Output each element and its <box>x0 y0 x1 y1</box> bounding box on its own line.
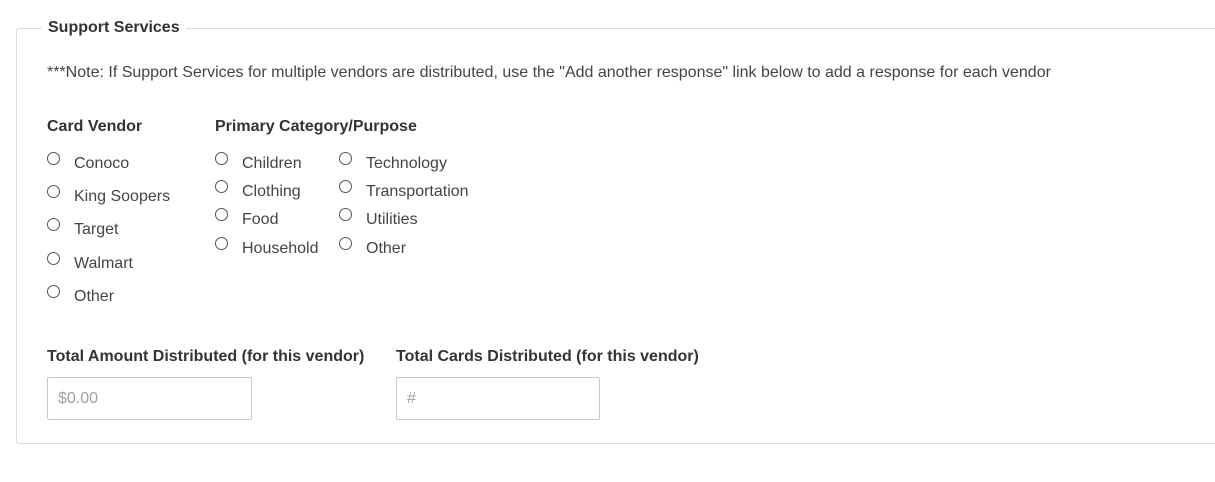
radio-category-utilities[interactable]: Utilities <box>339 207 418 230</box>
radio-label: Other <box>74 288 115 305</box>
radio-label: Walmart <box>74 255 133 272</box>
radio-button[interactable] <box>47 285 60 298</box>
radio-label: Technology <box>366 155 447 172</box>
radio-button[interactable] <box>215 208 228 221</box>
radio-category-other[interactable]: Other <box>339 236 406 259</box>
radio-button[interactable] <box>215 237 228 250</box>
total-cards-input[interactable] <box>396 377 600 420</box>
support-services-note: ***Note: If Support Services for multipl… <box>47 64 1051 81</box>
total-amount-label: Total Amount Distributed (for this vendo… <box>47 348 365 365</box>
radio-vendor-walmart[interactable]: Walmart <box>47 251 133 274</box>
radio-button[interactable] <box>47 185 60 198</box>
radio-label: Utilities <box>366 211 418 228</box>
radio-category-clothing[interactable]: Clothing <box>215 179 301 202</box>
radio-button[interactable] <box>339 180 352 193</box>
card-vendor-label: Card Vendor <box>47 118 143 135</box>
radio-button[interactable] <box>47 152 60 165</box>
radio-category-household[interactable]: Household <box>215 236 319 259</box>
total-amount-input[interactable] <box>47 377 252 420</box>
radio-button[interactable] <box>339 237 352 250</box>
radio-label: Conoco <box>74 155 130 172</box>
radio-label: Clothing <box>242 183 301 200</box>
radio-category-technology[interactable]: Technology <box>339 151 447 174</box>
radio-button[interactable] <box>47 218 60 231</box>
radio-label: Transportation <box>366 183 469 200</box>
radio-label: Food <box>242 211 279 228</box>
radio-category-food[interactable]: Food <box>215 207 278 230</box>
radio-label: King Soopers <box>74 188 171 205</box>
radio-label: Children <box>242 155 302 172</box>
primary-category-label: Primary Category/Purpose <box>215 118 417 135</box>
radio-vendor-other[interactable]: Other <box>47 284 114 307</box>
radio-label: Target <box>74 221 119 238</box>
radio-vendor-target[interactable]: Target <box>47 217 118 240</box>
radio-category-transportation[interactable]: Transportation <box>339 179 469 202</box>
radio-vendor-conoco[interactable]: Conoco <box>47 151 129 174</box>
radio-button[interactable] <box>215 180 228 193</box>
total-cards-label: Total Cards Distributed (for this vendor… <box>396 348 699 365</box>
radio-button[interactable] <box>339 152 352 165</box>
radio-button[interactable] <box>339 208 352 221</box>
radio-label: Other <box>366 240 407 257</box>
radio-button[interactable] <box>47 252 60 265</box>
radio-vendor-king-soopers[interactable]: King Soopers <box>47 184 170 207</box>
section-title: Support Services <box>42 18 186 38</box>
radio-category-children[interactable]: Children <box>215 151 302 174</box>
radio-button[interactable] <box>215 152 228 165</box>
radio-label: Household <box>242 240 319 257</box>
